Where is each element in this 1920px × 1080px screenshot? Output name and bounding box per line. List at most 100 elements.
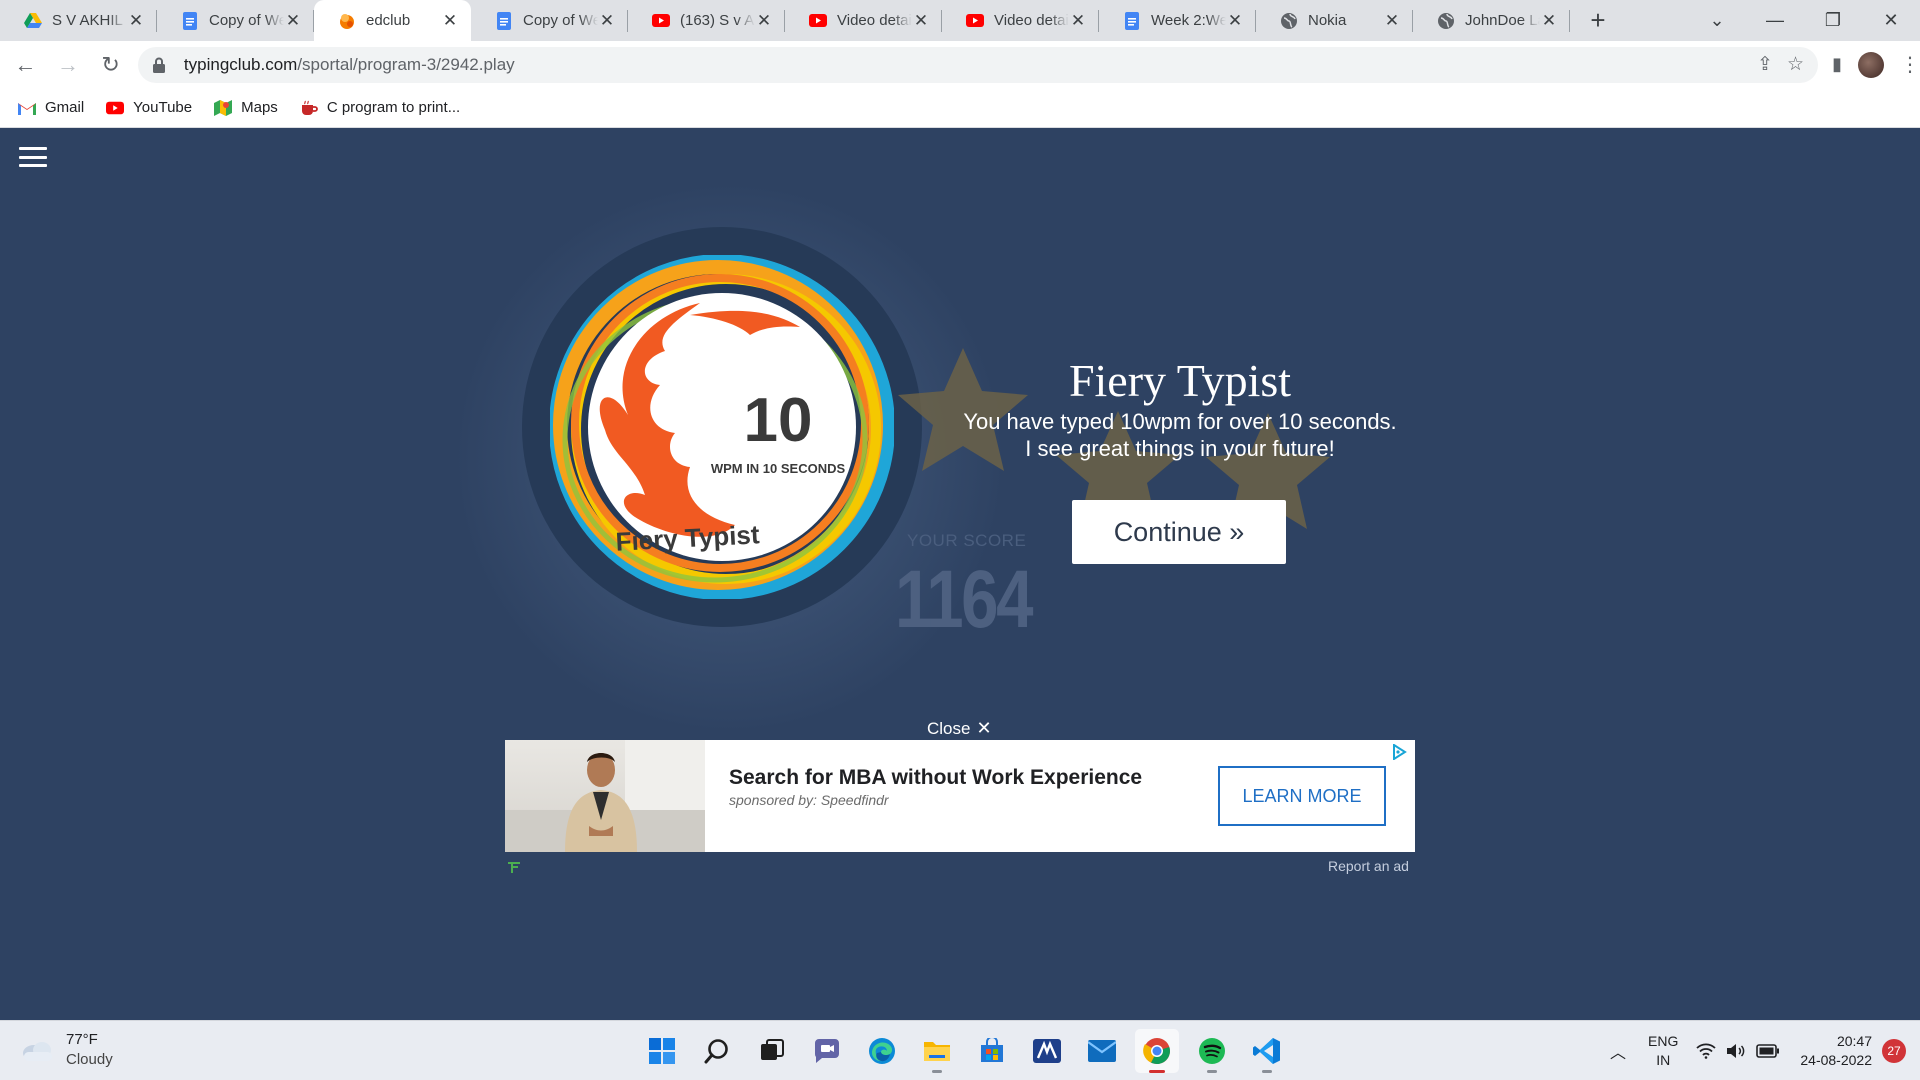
profile-avatar[interactable] <box>1858 51 1884 78</box>
reload-icon[interactable]: ↻ <box>93 47 128 83</box>
browser-tab[interactable]: Video detail ✕ <box>942 0 1099 41</box>
task-view-button[interactable] <box>750 1029 794 1073</box>
language-indicator[interactable]: ENG IN <box>1648 1032 1678 1070</box>
tab-label: edclub <box>366 12 411 29</box>
report-ad-link[interactable]: Report an ad <box>1328 858 1409 874</box>
search-icon <box>704 1039 728 1064</box>
browser-tab[interactable]: Nokia ✕ <box>1256 0 1413 41</box>
hamburger-menu-icon[interactable] <box>19 147 47 167</box>
close-icon[interactable]: ✕ <box>598 11 616 30</box>
chrome-button[interactable] <box>1135 1029 1179 1073</box>
clock[interactable]: 20:47 24-08-2022 <box>1800 1032 1872 1070</box>
mathway-button[interactable] <box>1025 1029 1069 1073</box>
back-arrow-icon[interactable]: ← <box>8 47 43 83</box>
microsoft-store-button[interactable] <box>970 1029 1014 1073</box>
weather-widget[interactable]: 77°F Cloudy <box>20 1030 113 1070</box>
chrome-icon <box>1143 1038 1170 1065</box>
tab-label: Video detail <box>994 12 1069 29</box>
close-window-icon[interactable]: ✕ <box>1862 0 1920 41</box>
new-tab-button[interactable]: + <box>1580 2 1616 38</box>
teams-chat-button[interactable] <box>805 1029 849 1073</box>
bookmark-star-icon[interactable]: ☆ <box>1787 53 1804 76</box>
gmail-icon <box>18 99 36 117</box>
edge-browser-button[interactable] <box>860 1029 904 1073</box>
close-icon[interactable]: ✕ <box>127 11 145 30</box>
forward-arrow-icon[interactable]: → <box>51 47 86 83</box>
browser-tab[interactable]: Video detail ✕ <box>785 0 942 41</box>
tab-label: (163) S v Ak <box>680 12 755 29</box>
close-icon[interactable]: ✕ <box>1540 11 1558 30</box>
notification-badge[interactable]: 27 <box>1882 1039 1906 1063</box>
score-label: YOUR SCORE <box>907 531 1027 550</box>
java-cup-icon <box>300 99 318 117</box>
tab-label: S V AKHIL R <box>52 12 127 29</box>
bookmark-maps[interactable]: Maps <box>214 99 278 117</box>
bookmark-youtube[interactable]: YouTube <box>106 99 192 117</box>
adchoices-icon[interactable] <box>1391 744 1407 760</box>
youtube-icon <box>106 99 125 117</box>
close-icon[interactable]: ✕ <box>284 11 302 30</box>
bookmarks-bar: Gmail YouTube Maps C program to print... <box>0 88 1920 128</box>
hidden-icons-chevron-icon[interactable]: ︿ <box>1610 1039 1626 1063</box>
tab-label: Week 2:Wel <box>1151 12 1226 29</box>
vscode-icon <box>1253 1038 1280 1064</box>
browser-tab[interactable]: Copy of We ✕ <box>471 0 628 41</box>
wifi-icon[interactable] <box>1696 1043 1716 1059</box>
volume-icon[interactable] <box>1726 1043 1746 1059</box>
windows-icon <box>649 1038 675 1064</box>
tab-label: Nokia <box>1308 12 1347 29</box>
spotify-icon <box>1199 1038 1225 1064</box>
menu-dots-icon[interactable]: ⋮ <box>1900 52 1920 77</box>
share-icon[interactable]: ⇪ <box>1757 53 1773 76</box>
bookmark-c-program[interactable]: C program to print... <box>300 99 460 117</box>
advertisement-banner[interactable]: Search for MBA without Work Experience s… <box>505 740 1415 852</box>
close-icon[interactable]: ✕ <box>441 11 459 30</box>
tab-search-chevron-icon[interactable]: ⌄ <box>1688 0 1746 41</box>
globe-icon <box>1437 12 1455 30</box>
address-bar[interactable]: typingclub.com/sportal/program-3/2942.pl… <box>137 46 1819 83</box>
minimize-icon[interactable]: — <box>1746 0 1804 41</box>
close-icon[interactable]: ✕ <box>912 11 930 30</box>
browser-tab[interactable]: JohnDoe La ✕ <box>1413 0 1570 41</box>
taskbar-apps <box>640 1029 1289 1073</box>
browser-tab-active[interactable]: edclub ✕ <box>314 0 471 41</box>
folder-icon <box>924 1042 950 1061</box>
spotify-button[interactable] <box>1190 1029 1234 1073</box>
google-drive-icon <box>24 12 42 30</box>
browser-tab-strip: S V AKHIL R ✕ Copy of We ✕ edclub ✕ Copy… <box>0 0 1920 41</box>
browser-tab[interactable]: (163) S v Ak ✕ <box>628 0 785 41</box>
browser-tab[interactable]: S V AKHIL R ✕ <box>0 0 157 41</box>
system-tray: ︿ ENG IN 20:47 24-08-2022 27 <box>1610 1021 1920 1080</box>
ad-sponsor: sponsored by: Speedfindr <box>729 792 889 808</box>
close-icon[interactable]: ✕ <box>1226 11 1244 30</box>
bookmark-gmail[interactable]: Gmail <box>18 99 84 117</box>
ad-image <box>505 740 705 852</box>
tab-label: Copy of We <box>209 12 284 29</box>
battery-icon[interactable] <box>1756 1044 1780 1058</box>
youtube-icon <box>966 12 984 30</box>
cloud-icon <box>23 1042 52 1061</box>
browser-tab[interactable]: Copy of We ✕ <box>157 0 314 41</box>
mail-button[interactable] <box>1080 1029 1124 1073</box>
browser-toolbar: ← → ↻ typingclub.com/sportal/program-3/2… <box>0 41 1920 88</box>
close-icon[interactable]: ✕ <box>1383 11 1401 30</box>
mail-icon <box>1088 1040 1116 1062</box>
score-value: 1164 <box>895 554 1034 645</box>
vscode-button[interactable] <box>1245 1029 1289 1073</box>
file-explorer-button[interactable] <box>915 1029 959 1073</box>
badge-subtitle: WPM IN 10 SECONDS <box>711 461 846 476</box>
restore-icon[interactable]: ❐ <box>1804 0 1862 41</box>
side-panel-icon[interactable]: ▮ <box>1832 54 1842 75</box>
weather-temperature: 77°F <box>66 1031 98 1048</box>
learn-more-button[interactable]: LEARN MORE <box>1218 766 1386 826</box>
ad-close-button[interactable]: Close ✕ <box>927 718 992 739</box>
windows-taskbar: 77°F Cloudy ︿ ENG IN 20:47 24-08-2022 27 <box>0 1020 1920 1080</box>
tab-label: Copy of We <box>523 12 598 29</box>
start-button[interactable] <box>640 1029 684 1073</box>
close-icon[interactable]: ✕ <box>1069 11 1087 30</box>
edclub-icon <box>338 12 356 30</box>
close-icon[interactable]: ✕ <box>755 11 773 30</box>
browser-tab[interactable]: Week 2:Wel ✕ <box>1099 0 1256 41</box>
search-button[interactable] <box>695 1029 739 1073</box>
continue-button[interactable]: Continue » <box>1072 500 1286 564</box>
